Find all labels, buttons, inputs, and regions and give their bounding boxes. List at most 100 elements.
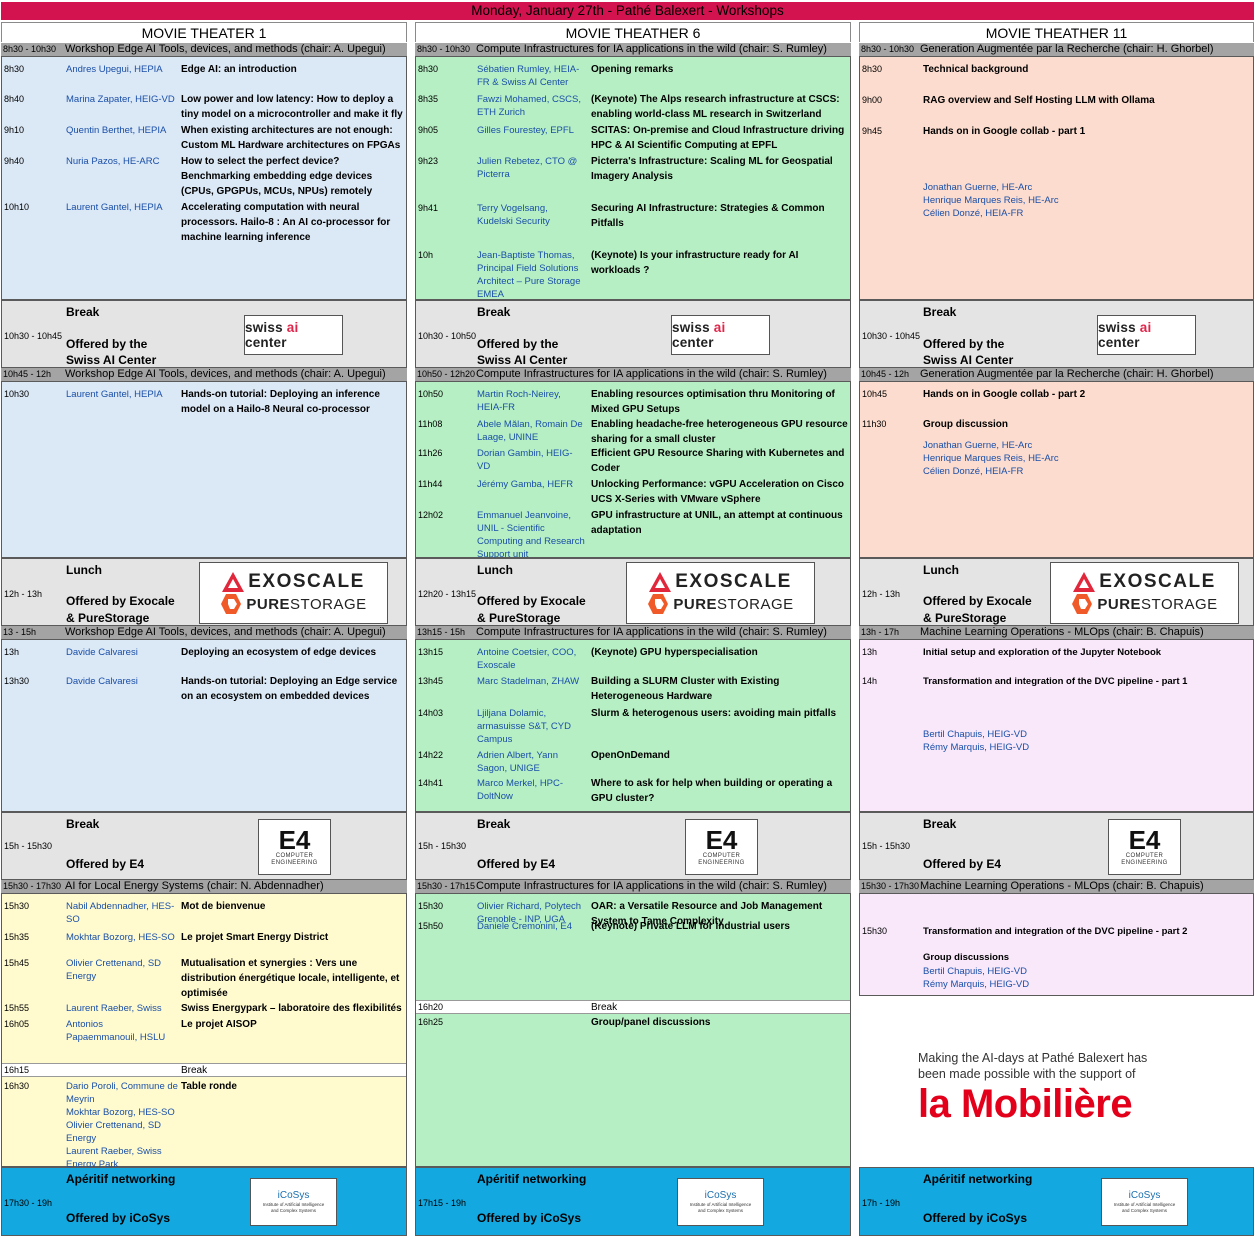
talk-time: 9h41 [418, 203, 439, 213]
block-time: 17h - 19h [862, 1198, 901, 1208]
offered-by: Offered by Exocale [477, 594, 586, 608]
sponsor-text: been made possible with the support of [918, 1067, 1136, 1081]
talk-time: 14h41 [418, 778, 444, 788]
session-time: 13 - 15h [3, 627, 37, 637]
talk-time: 13h45 [418, 676, 444, 686]
lunch-block: Lunch 12h - 13h Offered by Exocale & PureSt… [859, 558, 1254, 626]
talk-title: Mutualisation et synergies : Vers une di… [181, 958, 400, 999]
block-label: Lunch [477, 563, 513, 577]
e4-subtext: COMPUTER [275, 853, 314, 859]
block-time: 12h20 - 13h15 [418, 589, 477, 599]
exoscale-wordmark: EXOSCALE [248, 571, 365, 592]
center-word: center [1098, 335, 1140, 350]
talk-title: Building a SLURM Cluster with Existing H… [591, 676, 780, 702]
pure-word: PURE [246, 595, 291, 613]
workshop-speakers: Bertil Chapuis, HEIG-VD Rémy Marquis, HEI… [923, 965, 1223, 991]
sponsor-text: Making the AI-days at Pathé Balexert has [918, 1051, 1148, 1065]
speaker-name: Henrique Marques Reis, HE-Arc [923, 195, 1059, 206]
offered-by: Offered by Exocale [66, 594, 175, 608]
break-label: Break [181, 1065, 208, 1076]
purestorage-row: PURESTORAGE [1071, 593, 1217, 615]
talk-speaker: Terry Vogelsang, Kudelski Security [477, 203, 550, 227]
talk-time: 16h15 [4, 1065, 30, 1075]
talk-title: (Keynote) GPU hyperspecialisation [591, 647, 758, 658]
break-block: Break 15h - 15h30 Offered by E4 E4 COMPUTER E… [859, 812, 1254, 880]
swiss-logo-text: swiss ai center [672, 320, 769, 350]
session-body: 13h15 Antoine Coetsier, COO, Exoscale (Key… [415, 639, 851, 812]
speaker-name: Célien Donzé, HEIA-FR [923, 466, 1024, 477]
talk-title: Hands on in Google collab - part 1 [923, 126, 1086, 137]
block-label: Break [66, 817, 100, 831]
exoscale-row: EXOSCALE [222, 571, 365, 593]
break-block: Break 15h - 15h30 Offered by E4 E4 COMPUTER E… [415, 812, 851, 880]
break-row: 16h15 Break [2, 1063, 406, 1077]
block-label: Break [477, 305, 511, 319]
e4-subtext: ENGINEERING [271, 860, 318, 866]
column-theater-1: MOVIE THEATER 1 8h30 - 10h30 Workshop Edg… [1, 22, 407, 1236]
offered-by: Offered by the [923, 337, 1005, 351]
e4-wordmark: E4 [705, 825, 738, 855]
session-time: 10h45 - 12h [861, 369, 910, 379]
session-name: Compute Infrastructures for IA applicati… [476, 43, 827, 55]
aperitif-block: Apéritif networking 17h - 19h Offered by i… [859, 1167, 1254, 1236]
e4-subtext: COMPUTER [702, 853, 741, 859]
talk-time: 8h30 [862, 64, 883, 74]
talk-time: 10h [418, 250, 434, 260]
session-time: 10h45 - 12h [3, 369, 52, 379]
talk-time: 9h45 [862, 126, 883, 136]
talk-speaker: Dorian Gambin, HEIG-VD [477, 448, 573, 472]
session-header: 8h30 - 10h30 Workshop Edge AI Tools, devi… [1, 43, 407, 56]
e4-logo: E4 COMPUTER ENGINEERING [685, 819, 758, 875]
talk-title: Mot de bienvenue [181, 901, 266, 912]
purestorage-wordmark: PURESTORAGE [246, 596, 366, 613]
speaker-name: Jonathan Guerne, HE-Arc [923, 182, 1033, 193]
session-body: 10h45 Hands on in Google collab - part 2 1… [859, 381, 1254, 558]
icosys-logo: iCoSys Institute of Artificial Intelligen… [677, 1178, 764, 1226]
talk-time: 11h08 [418, 419, 443, 429]
session-header: 10h45 - 12h Generation Augmentée par la R… [859, 368, 1254, 381]
talk-time: 16h30 [4, 1081, 30, 1091]
talk-time: 12h02 [418, 510, 444, 520]
swiss-logo-text: swiss ai center [245, 320, 342, 350]
talk-time: 13h [862, 647, 878, 657]
speaker-name: Rémy Marquis, HEIG-VD [923, 979, 1030, 990]
break-block: Break 15h - 15h30 Offered by E4 E4 COMPUTER E… [1, 812, 407, 880]
talk-title: Hands on in Google collab - part 2 [923, 389, 1086, 400]
talk-time: 11h26 [418, 448, 443, 458]
offered-by: Offered by the [477, 337, 559, 351]
talk-title: Low power and low latency: How to deploy… [181, 94, 403, 120]
icosys-wordmark: iCoSys [704, 1190, 737, 1201]
offered-by: Offered by the [66, 337, 148, 351]
talk-title: Hands-on tutorial: Deploying an inferenc… [181, 389, 380, 415]
swiss-ai-center-logo: swiss ai center [244, 315, 343, 355]
block-time: 12h - 13h [4, 589, 43, 599]
talk-time: 10h10 [4, 202, 30, 212]
talk-speaker: Nabil Abdennadher, HES-SO [66, 901, 175, 925]
session-header: 13h15 - 15h Compute Infrastructures for I… [415, 626, 851, 639]
session-body: 10h50 Martin Roch-Neirey, HEIA-FR Enabling… [415, 381, 851, 560]
session-header: 10h50 - 12h20 Compute Infrastructures for… [415, 368, 851, 381]
speaker-name: Olivier Crettenand, SD Energy [66, 1120, 162, 1144]
mobiliere-logo: la Mobilière [918, 1082, 1133, 1126]
session-header: 8h30 - 10h30 Compute Infrastructures for … [415, 43, 851, 56]
talk-speaker: Laurent Gantel, HEPIA [66, 202, 163, 213]
session-name: Workshop Edge AI Tools, devices, and met… [65, 43, 386, 55]
talk-title: Slurm & heterogenous users: avoiding mai… [591, 708, 837, 719]
talk-speaker: Nuria Pazos, HE-ARC [66, 156, 160, 167]
talk-speaker: Laurent Raeber, Swiss [66, 1003, 162, 1014]
session-time: 13h - 17h [861, 627, 900, 637]
talk-speaker: Gilles Fourestey, EPFL [477, 125, 574, 136]
session-time: 15h30 - 17h30 [861, 881, 920, 891]
e4-subtext: ENGINEERING [1121, 860, 1168, 866]
talk-title: When existing architectures are not enou… [181, 125, 401, 151]
swiss-word: swiss [672, 320, 710, 335]
purestorage-icon [648, 594, 669, 614]
speaker-name: Rémy Marquis, HEIG-VD [923, 742, 1030, 753]
break-block: Break 10h30 - 10h45 Offered by the Swiss AI… [1, 300, 407, 368]
session-body: 8h30 Sébatien Rumley, HEIA-FR & Swiss AI … [415, 56, 851, 300]
speaker-name: Célien Donzé, HEIA-FR [923, 208, 1024, 219]
workshop-speakers: Bertil Chapuis, HEIG-VD Rémy Marquis, HEI… [923, 728, 1223, 754]
e4-wordmark: E4 [278, 825, 311, 855]
icosys-wordmark: iCoSys [1128, 1190, 1161, 1201]
session-name: Machine Learning Operations - MLOps (cha… [920, 880, 1204, 892]
